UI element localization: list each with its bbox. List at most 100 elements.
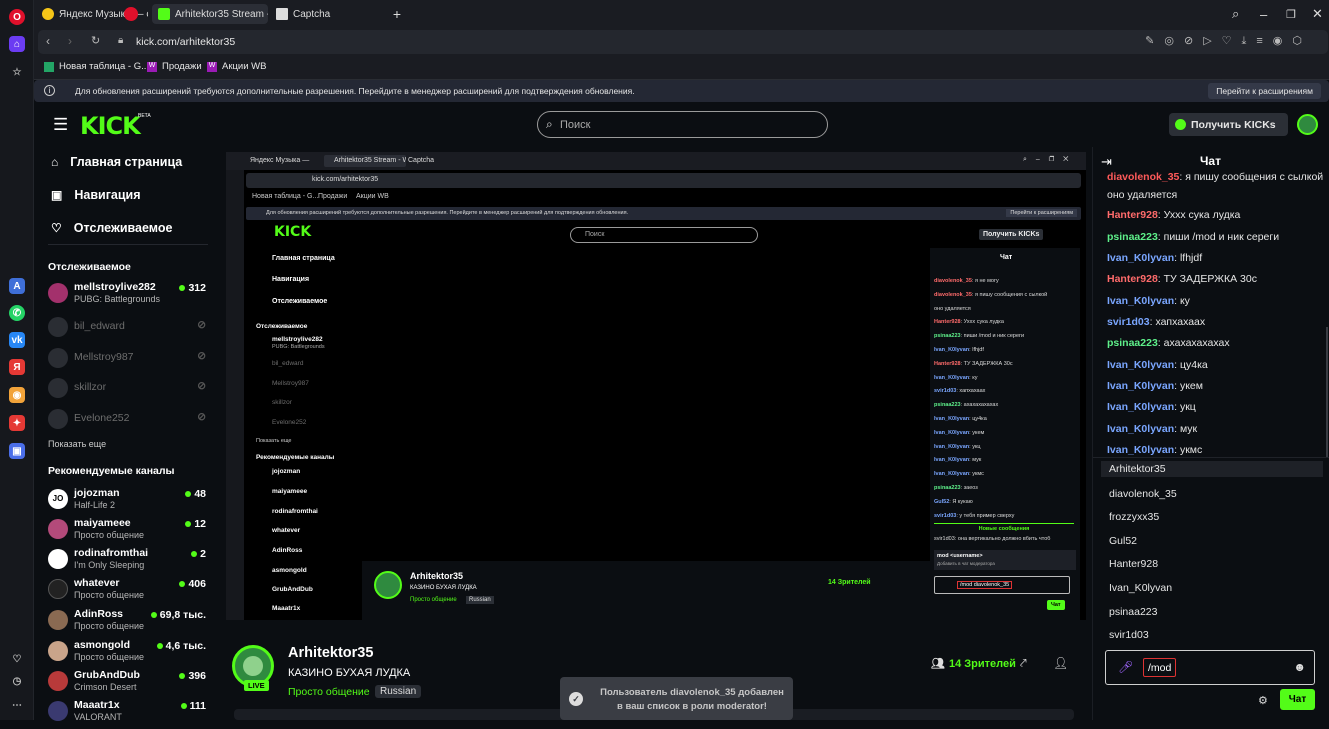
avatar-face: [243, 656, 263, 676]
settings-icon[interactable]: ⚙: [1258, 694, 1268, 707]
chat-message: Ivan_K0lyvan: цу4ка: [1107, 359, 1208, 371]
whatsapp-icon[interactable]: ✆: [9, 305, 25, 321]
chat-username[interactable]: Ivan_K0lyvan: [1107, 401, 1174, 413]
search-input[interactable]: ⌕ Поиск: [537, 111, 828, 138]
avatar: JO: [48, 489, 68, 509]
app-icon-4[interactable]: ▣: [9, 443, 25, 459]
chat-username[interactable]: Hanter928: [1107, 273, 1158, 285]
tab-captcha[interactable]: Captcha: [270, 4, 360, 24]
app-icon-3[interactable]: ✦: [9, 415, 25, 431]
channel-row[interactable]: bil_edward ⊘: [48, 315, 208, 345]
chat-username[interactable]: Hanter928: [1107, 209, 1158, 221]
inner-chat-line: svir1d03: хапхахаах: [934, 388, 985, 394]
channel-row[interactable]: rodinafromthai I'm Only Sleeping 2: [48, 547, 208, 577]
chat-username[interactable]: Ivan_K0lyvan: [1107, 444, 1174, 456]
chat-username[interactable]: diavolenok_35: [1107, 171, 1179, 183]
streamer-name[interactable]: Arhitektor35: [288, 645, 373, 661]
back-icon[interactable]: ‹: [46, 34, 50, 48]
channel-row[interactable]: Evelone252 ⊘: [48, 407, 208, 437]
heart-icon[interactable]: ♡: [9, 651, 25, 667]
chat-username[interactable]: svir1d03: [1107, 316, 1150, 328]
menu-icon[interactable]: ☰: [53, 115, 68, 135]
suggestion-item[interactable]: psinaa223: [1109, 606, 1157, 618]
suggestion-item[interactable]: Ivan_K0lyvan: [1109, 582, 1172, 594]
heart-icon: ♡: [51, 221, 62, 235]
channel-row[interactable]: whatever Просто общение 406: [48, 577, 208, 607]
channel-row[interactable]: asmongold Просто общение 4,6 тыс.: [48, 639, 208, 669]
bookmark-sales[interactable]: W Продажи: [147, 61, 202, 72]
vk-icon[interactable]: vk: [9, 332, 25, 348]
tab-kick-stream[interactable]: Arhitektor35 Stream - Wa: [152, 4, 268, 24]
show-more-link[interactable]: Показать еще: [48, 439, 106, 449]
inner-chat-line: psinaa223: ахахахахахах: [934, 402, 998, 408]
get-kicks-button[interactable]: Получить KICKs: [1169, 113, 1288, 136]
app-icon-1[interactable]: A: [9, 278, 25, 294]
channel-row[interactable]: maiyameee Просто общение 12: [48, 517, 208, 547]
maximize-icon[interactable]: ❐: [1286, 4, 1302, 24]
nav-following[interactable]: ♡ Отслеживаемое: [51, 221, 172, 235]
chat-scrollbar[interactable]: [1326, 327, 1328, 457]
user-icon[interactable]: 👤︎: [1053, 656, 1068, 670]
bookmark-wb[interactable]: W Акции WB: [207, 61, 267, 72]
more-icon[interactable]: ⋯: [9, 697, 25, 713]
star-icon[interactable]: ☆: [9, 64, 25, 80]
channel-row[interactable]: GrubAndDub Crimson Desert 396: [48, 669, 208, 699]
language-tag[interactable]: Russian: [375, 685, 422, 698]
nav-browse[interactable]: ▣ Навигация: [51, 188, 141, 202]
emoji-icon[interactable]: ☻: [1293, 660, 1306, 674]
stream-category[interactable]: Просто общение: [288, 686, 370, 698]
forward-icon[interactable]: ›: [68, 34, 72, 48]
offline-icon: ⊘: [197, 411, 206, 423]
search-tabs-icon[interactable]: ⌕: [1232, 4, 1248, 24]
minimize-icon[interactable]: –: [1260, 4, 1276, 24]
channel-row[interactable]: AdinRoss Просто общение 69,8 тыс.: [48, 608, 208, 638]
inner-chat-text: : укмс: [969, 471, 984, 478]
suggestion-item[interactable]: diavolenok_35: [1109, 488, 1177, 500]
new-tab-button[interactable]: +: [390, 4, 404, 24]
chat-username[interactable]: Ivan_K0lyvan: [1107, 295, 1174, 307]
chat-username[interactable]: psinaa223: [1107, 337, 1158, 349]
app-icon-2[interactable]: ◉: [9, 387, 25, 403]
viewers-icon: 👥︎: [931, 658, 945, 670]
address-bar-actions-icon[interactable]: ✎◎⊘▷♡⤓≡◉⬡: [1145, 34, 1312, 48]
channel-row[interactable]: Maaatr1x VALORANT 111: [48, 699, 208, 729]
url-box[interactable]: ‹ › ↻ 🔒︎ kick.com/arhitektor35 ✎◎⊘▷♡⤓≡◉⬡: [38, 30, 1328, 54]
suggestion-item[interactable]: frozzyxx35: [1109, 511, 1159, 523]
stream-video[interactable]: Яндекс Музыка — Arhitektor35 Stream - Wa…: [226, 152, 1086, 620]
opera-logo-icon[interactable]: O: [9, 9, 25, 25]
chat-username[interactable]: Ivan_K0lyvan: [1107, 423, 1174, 435]
chat-input[interactable]: 🎤︎ /mod ☻: [1105, 650, 1315, 685]
inner-bookmarks: Новая таблица - G... Продажи Акции WB: [252, 193, 389, 200]
avatar: [48, 549, 68, 569]
user-avatar[interactable]: [1297, 114, 1318, 135]
history-icon[interactable]: ◷: [9, 673, 25, 689]
channel-row[interactable]: skillzor ⊘: [48, 376, 208, 406]
microphone-icon[interactable]: 🎤︎: [1118, 660, 1133, 674]
suggestion-item[interactable]: Hanter928: [1109, 558, 1158, 570]
home-icon[interactable]: ⌂: [9, 36, 25, 52]
viewer-count: 12: [185, 518, 206, 530]
channel-row[interactable]: Mellstroy987 ⊘: [48, 346, 208, 376]
kick-logo[interactable]: KICK: [80, 112, 141, 140]
bookmark-sheets[interactable]: Новая таблица - G...: [44, 61, 149, 72]
suggestion-item[interactable]: Gul52: [1109, 535, 1137, 547]
suggestion-item[interactable]: svir1d03: [1109, 629, 1149, 641]
share-icon[interactable]: ⤤: [1020, 656, 1027, 671]
collapse-chat-icon[interactable]: ⇥: [1101, 154, 1112, 170]
chat-username[interactable]: psinaa223: [1107, 231, 1158, 243]
channel-row[interactable]: JO jojozman Half-Life 2 48: [48, 487, 208, 517]
kick-header: ☰ KICK BETA ⌕ Поиск Получить KICKs: [34, 102, 1329, 147]
chat-username[interactable]: Ivan_K0lyvan: [1107, 359, 1174, 371]
channel-row[interactable]: mellstroylive282 PUBG: Battlegrounds 312: [48, 281, 208, 311]
reload-icon[interactable]: ↻: [91, 34, 100, 47]
close-window-icon[interactable]: ✕: [1312, 4, 1328, 24]
url-text[interactable]: kick.com/arhitektor35: [136, 36, 235, 48]
live-dot-icon: [185, 491, 192, 498]
go-to-extensions-button[interactable]: Перейти к расширениям: [1208, 83, 1321, 99]
chat-username[interactable]: Ivan_K0lyvan: [1107, 380, 1174, 392]
send-chat-button[interactable]: Чат: [1280, 689, 1315, 710]
suggestion-item[interactable]: Arhitektor35: [1101, 461, 1323, 477]
nav-home[interactable]: ⌂ Главная страница: [51, 155, 182, 169]
yandex-icon[interactable]: Я: [9, 359, 25, 375]
chat-username[interactable]: Ivan_K0lyvan: [1107, 252, 1174, 264]
